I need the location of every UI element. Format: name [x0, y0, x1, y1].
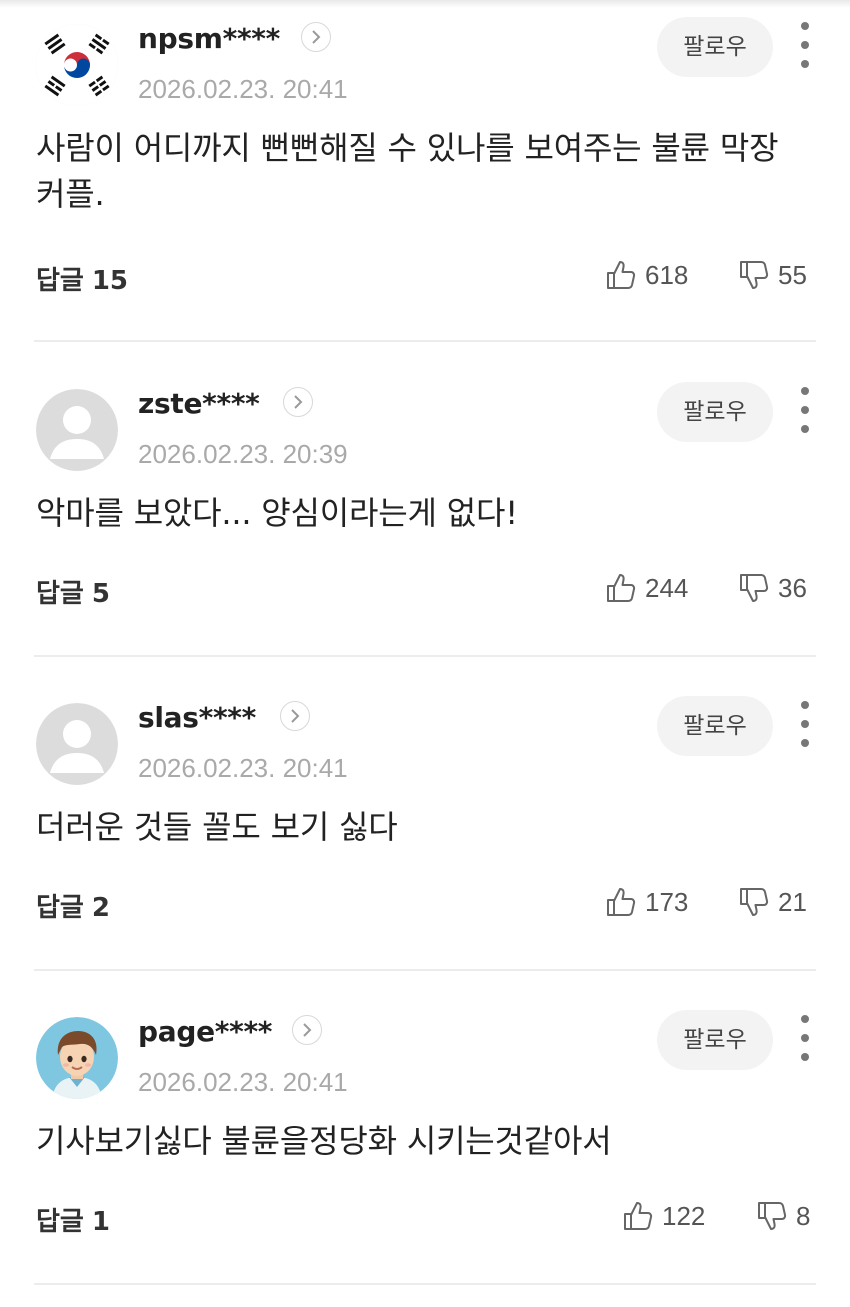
replies-button[interactable]: 답글 1: [36, 1201, 110, 1238]
comment-item: zste**** 2026.02.23. 20:39 팔로우 악마를 보았다..…: [0, 365, 850, 679]
username[interactable]: zste****: [138, 387, 260, 420]
divider: [34, 1283, 816, 1285]
thumbs-up-icon: [607, 888, 636, 916]
comment-list: npsm**** 2026.02.23. 20:41 팔로우 사람이 어디까지 …: [0, 0, 850, 1288]
thumbs-down-icon: [740, 261, 769, 289]
default-user-avatar-icon: [36, 703, 118, 785]
thumbs-up-icon: [624, 1202, 653, 1230]
dislike-button[interactable]: 55: [738, 258, 807, 292]
comment-text: 더러운 것들 꼴도 보기 싫다: [36, 808, 398, 846]
like-count: 244: [645, 572, 689, 603]
like-button[interactable]: 122: [622, 1199, 705, 1233]
replies-label: 답글: [36, 266, 84, 296]
thumbs-up-icon: [607, 261, 636, 289]
replies-button[interactable]: 답글 5: [36, 573, 110, 610]
more-vertical-icon[interactable]: [797, 387, 813, 433]
replies-label: 답글: [36, 893, 84, 923]
avatar[interactable]: [36, 703, 118, 785]
like-button[interactable]: 618: [605, 258, 688, 292]
comment-item: slas**** 2026.02.23. 20:41 팔로우 더러운 것들 꼴도…: [0, 679, 850, 993]
avatar[interactable]: [36, 389, 118, 471]
thumbs-down-icon: [740, 574, 769, 602]
replies-button[interactable]: 답글 15: [36, 260, 128, 297]
timestamp: 2026.02.23. 20:39: [138, 439, 348, 469]
comment-text: 사람이 어디까지 뻔뻔해질 수 있나를 보여주는 불륜 막장 커플.: [36, 129, 779, 213]
thumbs-down-icon: [740, 888, 769, 916]
like-count: 173: [645, 886, 689, 917]
like-button[interactable]: 244: [605, 571, 688, 605]
reply-count: 5: [91, 579, 110, 609]
username[interactable]: npsm****: [138, 22, 280, 55]
replies-button[interactable]: 답글 2: [36, 887, 110, 924]
follow-button[interactable]: 팔로우: [657, 382, 773, 442]
thumbs-down-icon: [758, 1202, 787, 1230]
divider: [34, 340, 816, 342]
dislike-count: 21: [778, 886, 807, 917]
dislike-button[interactable]: 8: [756, 1199, 810, 1233]
username[interactable]: slas****: [138, 701, 256, 734]
replies-label: 답글: [36, 579, 84, 609]
dislike-count: 36: [778, 572, 807, 603]
username[interactable]: page****: [138, 1015, 272, 1048]
like-count: 122: [662, 1200, 706, 1231]
dislike-count: 8: [796, 1200, 811, 1231]
dislike-button[interactable]: 21: [738, 885, 807, 919]
chevron-right-icon[interactable]: [280, 701, 310, 731]
follow-button[interactable]: 팔로우: [657, 696, 773, 756]
timestamp: 2026.02.23. 20:41: [138, 753, 348, 783]
like-count: 618: [645, 259, 689, 290]
reply-count: 15: [91, 266, 129, 296]
more-vertical-icon[interactable]: [797, 701, 813, 747]
cartoon-boy-avatar-icon: [36, 1017, 118, 1099]
timestamp: 2026.02.23. 20:41: [138, 1067, 348, 1097]
more-vertical-icon[interactable]: [797, 1015, 813, 1061]
divider: [34, 969, 816, 971]
default-user-avatar-icon: [36, 389, 118, 471]
reply-count: 2: [91, 893, 110, 923]
chevron-right-icon[interactable]: [283, 387, 313, 417]
like-button[interactable]: 173: [605, 885, 688, 919]
reply-count: 1: [91, 1207, 110, 1237]
avatar[interactable]: [36, 1017, 118, 1099]
korea-flag-avatar-icon: [36, 24, 118, 106]
comment-text: 기사보기싫다 불륜을정당화 시키는것같아서: [36, 1122, 612, 1160]
chevron-right-icon[interactable]: [301, 22, 331, 52]
follow-button[interactable]: 팔로우: [657, 17, 773, 77]
comment-item: npsm**** 2026.02.23. 20:41 팔로우 사람이 어디까지 …: [0, 0, 850, 314]
more-vertical-icon[interactable]: [797, 22, 813, 68]
divider: [34, 655, 816, 657]
follow-button[interactable]: 팔로우: [657, 1010, 773, 1070]
comment-text: 악마를 보았다... 양심이라는게 없다!: [36, 494, 518, 532]
chevron-right-icon[interactable]: [292, 1015, 322, 1045]
dislike-count: 55: [778, 259, 807, 290]
comment-item: page**** 2026.02.23. 20:41 팔로우 기사보기싫다 불륜…: [0, 993, 850, 1307]
avatar[interactable]: [36, 24, 118, 106]
dislike-button[interactable]: 36: [738, 571, 807, 605]
replies-label: 답글: [36, 1207, 84, 1237]
timestamp: 2026.02.23. 20:41: [138, 74, 348, 104]
thumbs-up-icon: [607, 574, 636, 602]
